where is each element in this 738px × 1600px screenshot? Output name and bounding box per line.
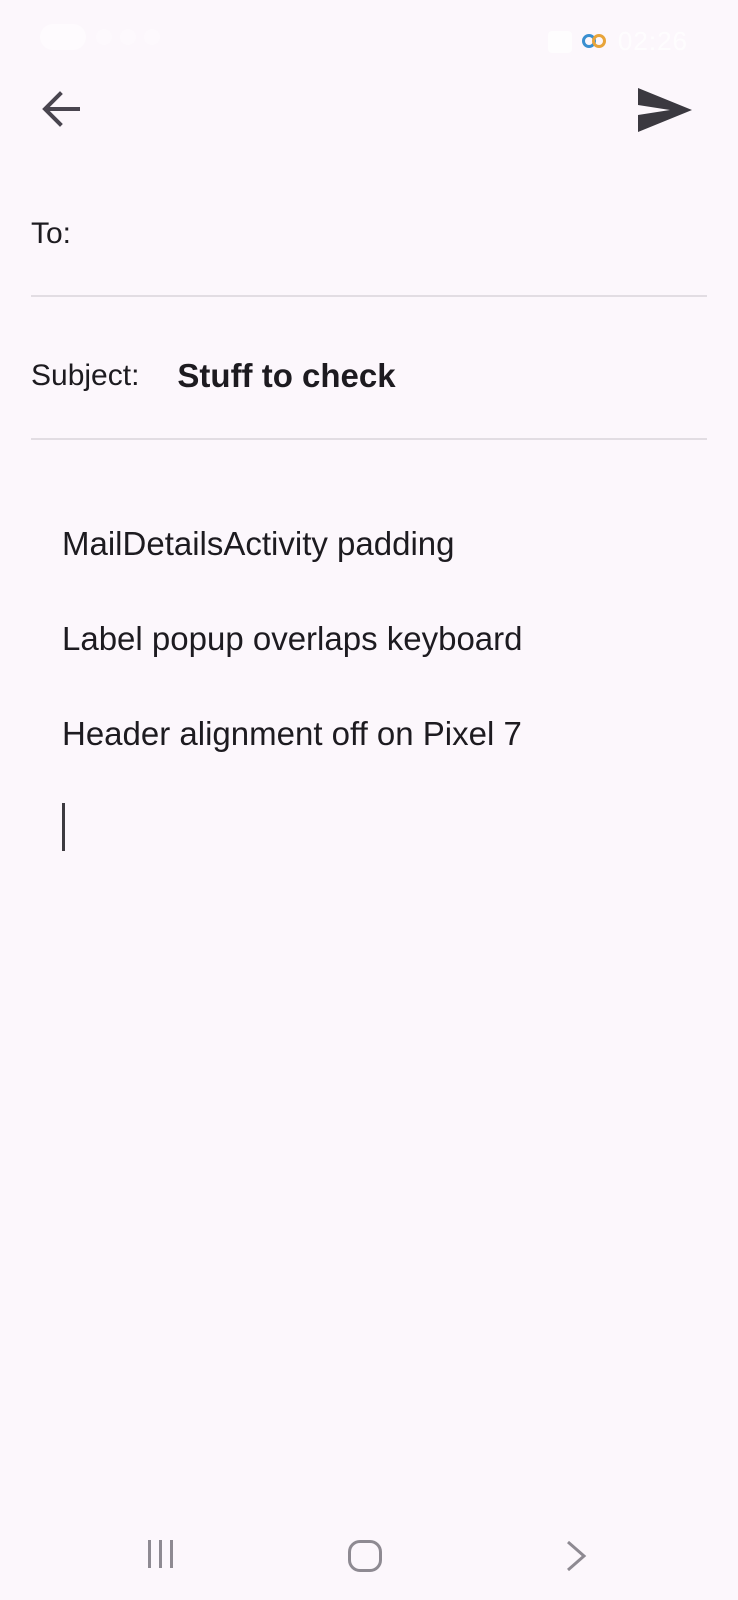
send-button[interactable] xyxy=(634,80,696,140)
subject-input[interactable]: Stuff to check xyxy=(177,357,395,395)
recents-icon-bar xyxy=(169,1540,173,1568)
back-button[interactable] xyxy=(36,84,86,134)
to-row: To: xyxy=(31,203,707,265)
battery-icon xyxy=(144,29,160,45)
chevron-right-icon xyxy=(567,1540,587,1572)
recents-button[interactable] xyxy=(140,1540,180,1576)
notification-icon xyxy=(120,29,136,45)
navigation-bar xyxy=(0,1500,738,1600)
recents-icon xyxy=(147,1540,151,1568)
body-line: MailDetailsActivity padding xyxy=(62,525,455,562)
message-body-editor[interactable]: MailDetailsActivity padding Label popup … xyxy=(62,520,682,851)
status-bar: 02:26 xyxy=(0,0,738,78)
subject-row[interactable]: Subject: Stuff to check xyxy=(31,346,707,406)
send-icon xyxy=(638,88,692,132)
status-left-icons xyxy=(40,24,160,50)
status-right-icons: 02:26 xyxy=(547,26,688,57)
app-rings-icon xyxy=(580,31,610,53)
to-input[interactable] xyxy=(89,203,707,265)
nav-back-button[interactable] xyxy=(558,1538,592,1574)
status-square-icon xyxy=(547,30,572,53)
toolbar xyxy=(0,78,738,188)
text-cursor xyxy=(62,803,65,851)
subject-divider xyxy=(31,438,707,440)
volte-icon xyxy=(40,24,86,50)
to-divider xyxy=(31,295,707,297)
home-button[interactable] xyxy=(348,1540,382,1572)
body-line: Label popup overlaps keyboard xyxy=(62,620,523,657)
to-label: To: xyxy=(31,217,72,250)
signal-icon xyxy=(96,29,160,45)
arrow-left-icon xyxy=(42,91,80,127)
body-line: Header alignment off on Pixel 7 xyxy=(62,715,522,752)
status-time: 02:26 xyxy=(617,26,688,56)
subject-label: Subject: xyxy=(31,359,140,392)
recents-icon-bar xyxy=(158,1540,162,1568)
wifi-icon xyxy=(96,29,112,45)
